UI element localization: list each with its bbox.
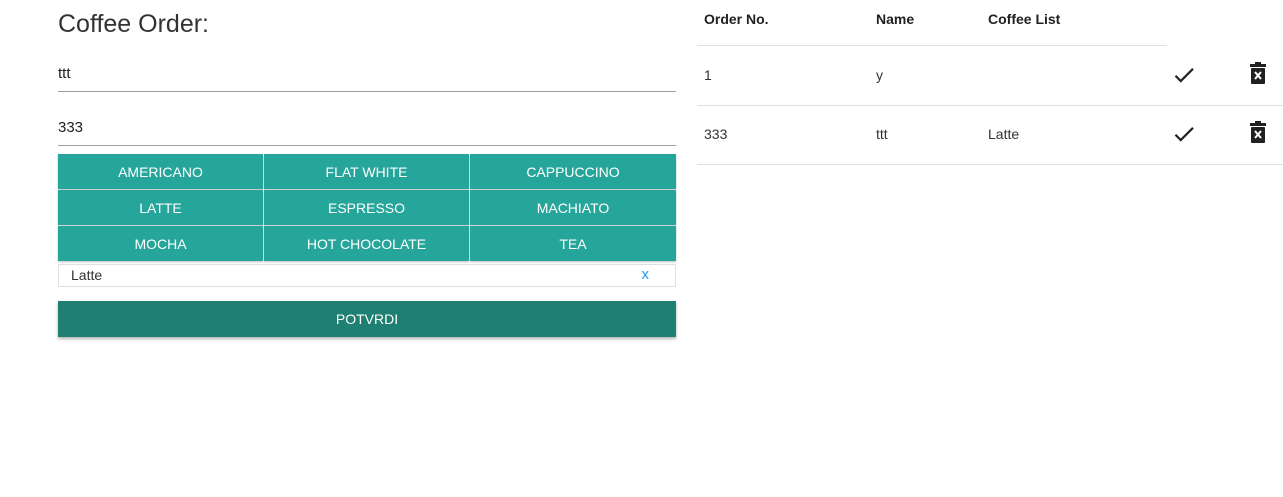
coffee-button-cappuccino[interactable]: CAPPUCCINO: [470, 154, 676, 189]
order-number-input[interactable]: [58, 110, 676, 146]
header-name: Name: [876, 11, 915, 27]
cell-order-no: 333: [704, 126, 728, 142]
cell-name: y: [876, 67, 883, 83]
selected-coffee-item: Latte x: [58, 264, 676, 287]
table-row: 1 y: [697, 46, 1283, 106]
cell-name: ttt: [876, 126, 888, 142]
trash-icon[interactable]: [1248, 121, 1268, 145]
trash-icon[interactable]: [1248, 62, 1268, 86]
coffee-button-latte[interactable]: LATTE: [58, 190, 263, 225]
coffee-button-flat-white[interactable]: FLAT WHITE: [264, 154, 469, 189]
coffee-button-hot-chocolate[interactable]: HOT CHOCOLATE: [264, 226, 469, 261]
header-coffee-list: Coffee List: [988, 11, 1061, 27]
remove-selected-button[interactable]: x: [642, 266, 650, 283]
confirm-button[interactable]: POTVRDI: [58, 301, 676, 337]
coffee-button-mocha[interactable]: MOCHA: [58, 226, 263, 261]
coffee-button-espresso[interactable]: ESPRESSO: [264, 190, 469, 225]
cell-coffee-list: Latte: [988, 126, 1020, 142]
cell-order-no: 1: [704, 67, 712, 83]
check-icon[interactable]: [1171, 62, 1197, 88]
coffee-button-grid: AMERICANO FLAT WHITE CAPPUCCINO LATTE ES…: [58, 154, 676, 262]
coffee-button-tea[interactable]: TEA: [470, 226, 676, 261]
header-order-no: Order No.: [704, 11, 769, 27]
check-icon[interactable]: [1171, 121, 1197, 147]
coffee-button-machiato[interactable]: MACHIATO: [470, 190, 676, 225]
name-input[interactable]: [58, 56, 676, 92]
coffee-button-americano[interactable]: AMERICANO: [58, 154, 263, 189]
page-title: Coffee Order:: [58, 10, 210, 38]
table-row: 333 ttt Latte: [697, 105, 1283, 165]
selected-coffee-label: Latte: [71, 267, 103, 283]
